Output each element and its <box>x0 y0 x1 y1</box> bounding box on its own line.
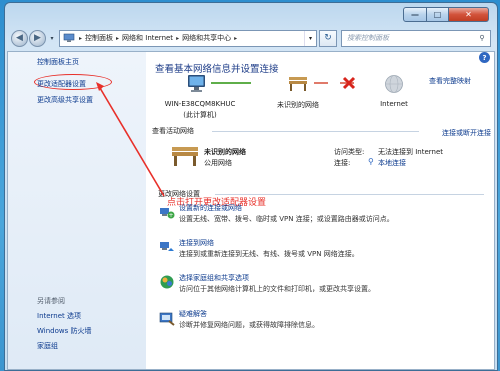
svg-text:+: + <box>168 212 173 219</box>
recent-pages-dropdown[interactable]: ▾ <box>47 35 57 42</box>
back-button[interactable]: ◀ <box>11 29 28 47</box>
sidebar-item-internet-options[interactable]: Internet 选项 <box>37 311 81 321</box>
computer-name-label: WIN-E38CQM8KHUC <box>164 100 236 108</box>
maximize-button[interactable]: □ <box>427 7 449 22</box>
internet-map-label: Internet <box>380 100 408 108</box>
network-setup-icon: + <box>160 208 175 219</box>
forward-button[interactable]: ▶ <box>29 29 46 47</box>
breadcrumb-separator-icon: ▸ <box>234 34 238 42</box>
minimize-button[interactable]: — <box>403 7 427 22</box>
navigation-bar: ◀ ▶ ▾ ▸ 控制面板 ▸ 网络和 Internet ▸ 网络和共享中心 ▸ … <box>11 28 491 48</box>
search-placeholder: 搜索控制面板 <box>347 34 389 42</box>
connect-network-desc: 连接到或重新连接到无线、有线、拨号或 VPN 网络连接。 <box>179 250 359 258</box>
local-connection-icon: ⚲ <box>368 157 374 166</box>
connect-network-link[interactable]: 连接到网络 <box>179 238 214 248</box>
link-line-icon <box>211 82 251 84</box>
local-connection-link[interactable]: 本地连接 <box>378 158 406 168</box>
content-area: 控制面板主页 更改适配器设置 更改高级共享设置 另请参阅 Internet 选项… <box>7 51 495 370</box>
connection-label: 连接: <box>334 159 351 167</box>
view-full-map-link[interactable]: 查看完整映射 <box>429 76 471 86</box>
sidebar-item-homegroup[interactable]: 家庭组 <box>37 341 58 351</box>
access-type-label: 访问类型: <box>334 148 365 156</box>
homegroup-sharing-link[interactable]: 选择家庭组和共享选项 <box>179 273 249 283</box>
breadcrumb-network-internet[interactable]: 网络和 Internet <box>122 33 173 43</box>
homegroup-icon <box>160 275 174 289</box>
address-bar[interactable]: ▸ 控制面板 ▸ 网络和 Internet ▸ 网络和共享中心 ▸ ▾ <box>59 29 317 47</box>
sidebar-item-change-adapter[interactable]: 更改适配器设置 <box>37 79 86 89</box>
connect-disconnect-link[interactable]: 连接或断开连接 <box>442 128 491 138</box>
active-networks-heading: 查看活动网络 <box>152 127 194 135</box>
unidentified-network-bench-icon <box>289 77 307 91</box>
network-map-label: 未识别的网络 <box>277 101 319 109</box>
breadcrumb-network-sharing-center[interactable]: 网络和共享中心 <box>182 33 231 43</box>
breadcrumb-separator-icon: ▸ <box>79 34 83 42</box>
see-also-heading: 另请参阅 <box>37 297 65 305</box>
troubleshoot-link[interactable]: 疑难解答 <box>179 309 207 319</box>
active-network-type[interactable]: 公用网络 <box>204 158 232 168</box>
computer-icon <box>188 75 205 92</box>
page-title: 查看基本网络信息并设置连接 <box>155 64 279 75</box>
refresh-button[interactable]: ↻ <box>319 29 337 47</box>
sidebar-item-home[interactable]: 控制面板主页 <box>37 57 79 67</box>
breadcrumb-control-panel[interactable]: 控制面板 <box>85 33 113 43</box>
computer-sub-label: (此计算机) <box>183 111 217 119</box>
help-icon[interactable]: ? <box>479 52 490 63</box>
troubleshoot-icon <box>159 312 175 326</box>
troubleshoot-desc: 诊断并修复网络问题，或获得故障排除信息。 <box>179 321 319 329</box>
sidebar: 控制面板主页 更改适配器设置 更改高级共享设置 另请参阅 Internet 选项… <box>8 52 146 369</box>
section-divider <box>212 131 419 132</box>
internet-globe-icon <box>385 75 403 93</box>
setup-connection-desc: 设置无线、宽带、拨号、临时或 VPN 连接；或设置路由器或访问点。 <box>179 215 394 223</box>
close-button[interactable]: ✕ <box>449 7 489 22</box>
main-panel: ? 查看基本网络信息并设置连接 查看完整映射 WIN-E38CQM8KHUC (… <box>146 52 494 369</box>
connect-network-icon <box>160 242 174 251</box>
window-caption-buttons: — □ ✕ <box>403 7 489 22</box>
public-network-bench-icon <box>172 147 198 166</box>
search-icon[interactable]: ⚲ <box>474 34 490 42</box>
address-dropdown-icon[interactable]: ▾ <box>304 30 316 46</box>
homegroup-sharing-desc: 访问位于其他网络计算机上的文件和打印机，或更改共享设置。 <box>179 285 375 293</box>
breadcrumb-separator-icon: ▸ <box>176 34 180 42</box>
breadcrumb-separator-icon: ▸ <box>116 34 120 42</box>
sidebar-item-windows-firewall[interactable]: Windows 防火墙 <box>37 326 91 336</box>
network-sharing-center-window: — □ ✕ ◀ ▶ ▾ ▸ 控制面板 ▸ 网络和 Internet ▸ 网络和共… <box>4 2 498 371</box>
sidebar-item-advanced-sharing[interactable]: 更改高级共享设置 <box>37 95 93 105</box>
search-input[interactable]: 搜索控制面板 ⚲ <box>341 29 491 47</box>
no-connection-x-icon <box>342 76 356 90</box>
control-panel-icon <box>63 33 75 42</box>
access-type-value: 无法连接到 Internet <box>378 148 444 156</box>
active-network-name: 未识别的网络 <box>204 148 246 156</box>
setup-connection-link[interactable]: 设置新的连接或网络 <box>179 203 242 213</box>
